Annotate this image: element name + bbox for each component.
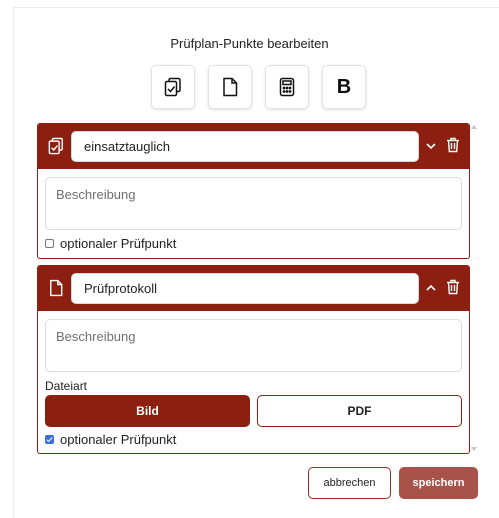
trash-icon[interactable] xyxy=(446,279,460,300)
item-name-input[interactable] xyxy=(71,273,419,304)
file-type-pdf-button[interactable]: PDF xyxy=(257,395,462,427)
file-item-card: Dateiart Bild PDF optionaler Prüfpunkt xyxy=(37,265,470,454)
card-header xyxy=(38,124,469,169)
optional-label: optionaler Prüfpunkt xyxy=(60,236,177,251)
description-field[interactable] xyxy=(45,177,462,230)
scroll-up-arrow[interactable] xyxy=(471,125,477,129)
checklist-item-card: optionaler Prüfpunkt xyxy=(37,123,470,259)
calculator-icon xyxy=(279,77,295,97)
cancel-button[interactable]: abbrechen xyxy=(308,467,391,499)
file-icon xyxy=(49,279,63,302)
item-name-input[interactable] xyxy=(71,131,419,162)
clipboard-check-icon xyxy=(48,137,64,160)
save-button[interactable]: speichern xyxy=(399,467,478,499)
bold-icon: B xyxy=(336,75,352,98)
optional-checkbox-row[interactable]: optionaler Prüfpunkt xyxy=(45,236,176,251)
file-type-image-button[interactable]: Bild xyxy=(45,395,250,427)
add-checklist-item-button[interactable] xyxy=(151,65,195,109)
chevron-down-icon[interactable] xyxy=(425,139,437,157)
chevron-up-icon[interactable] xyxy=(425,281,437,299)
add-number-item-button[interactable] xyxy=(265,65,309,109)
optional-label: optionaler Prüfpunkt xyxy=(60,432,177,447)
file-type-label: Dateiart xyxy=(45,379,88,393)
add-boolean-item-button[interactable]: B xyxy=(322,65,366,109)
card-header xyxy=(38,266,469,311)
scroll-down-arrow[interactable] xyxy=(471,447,477,451)
file-icon xyxy=(222,77,238,97)
description-field[interactable] xyxy=(45,319,462,372)
optional-checkbox[interactable] xyxy=(45,239,54,248)
dialog-title: Prüfplan-Punkte bearbeiten xyxy=(170,36,329,51)
trash-icon[interactable] xyxy=(446,137,460,158)
optional-checkbox[interactable] xyxy=(45,435,54,444)
clipboard-check-icon xyxy=(164,77,182,97)
optional-checkbox-row[interactable]: optionaler Prüfpunkt xyxy=(45,432,176,447)
add-file-item-button[interactable] xyxy=(208,65,252,109)
